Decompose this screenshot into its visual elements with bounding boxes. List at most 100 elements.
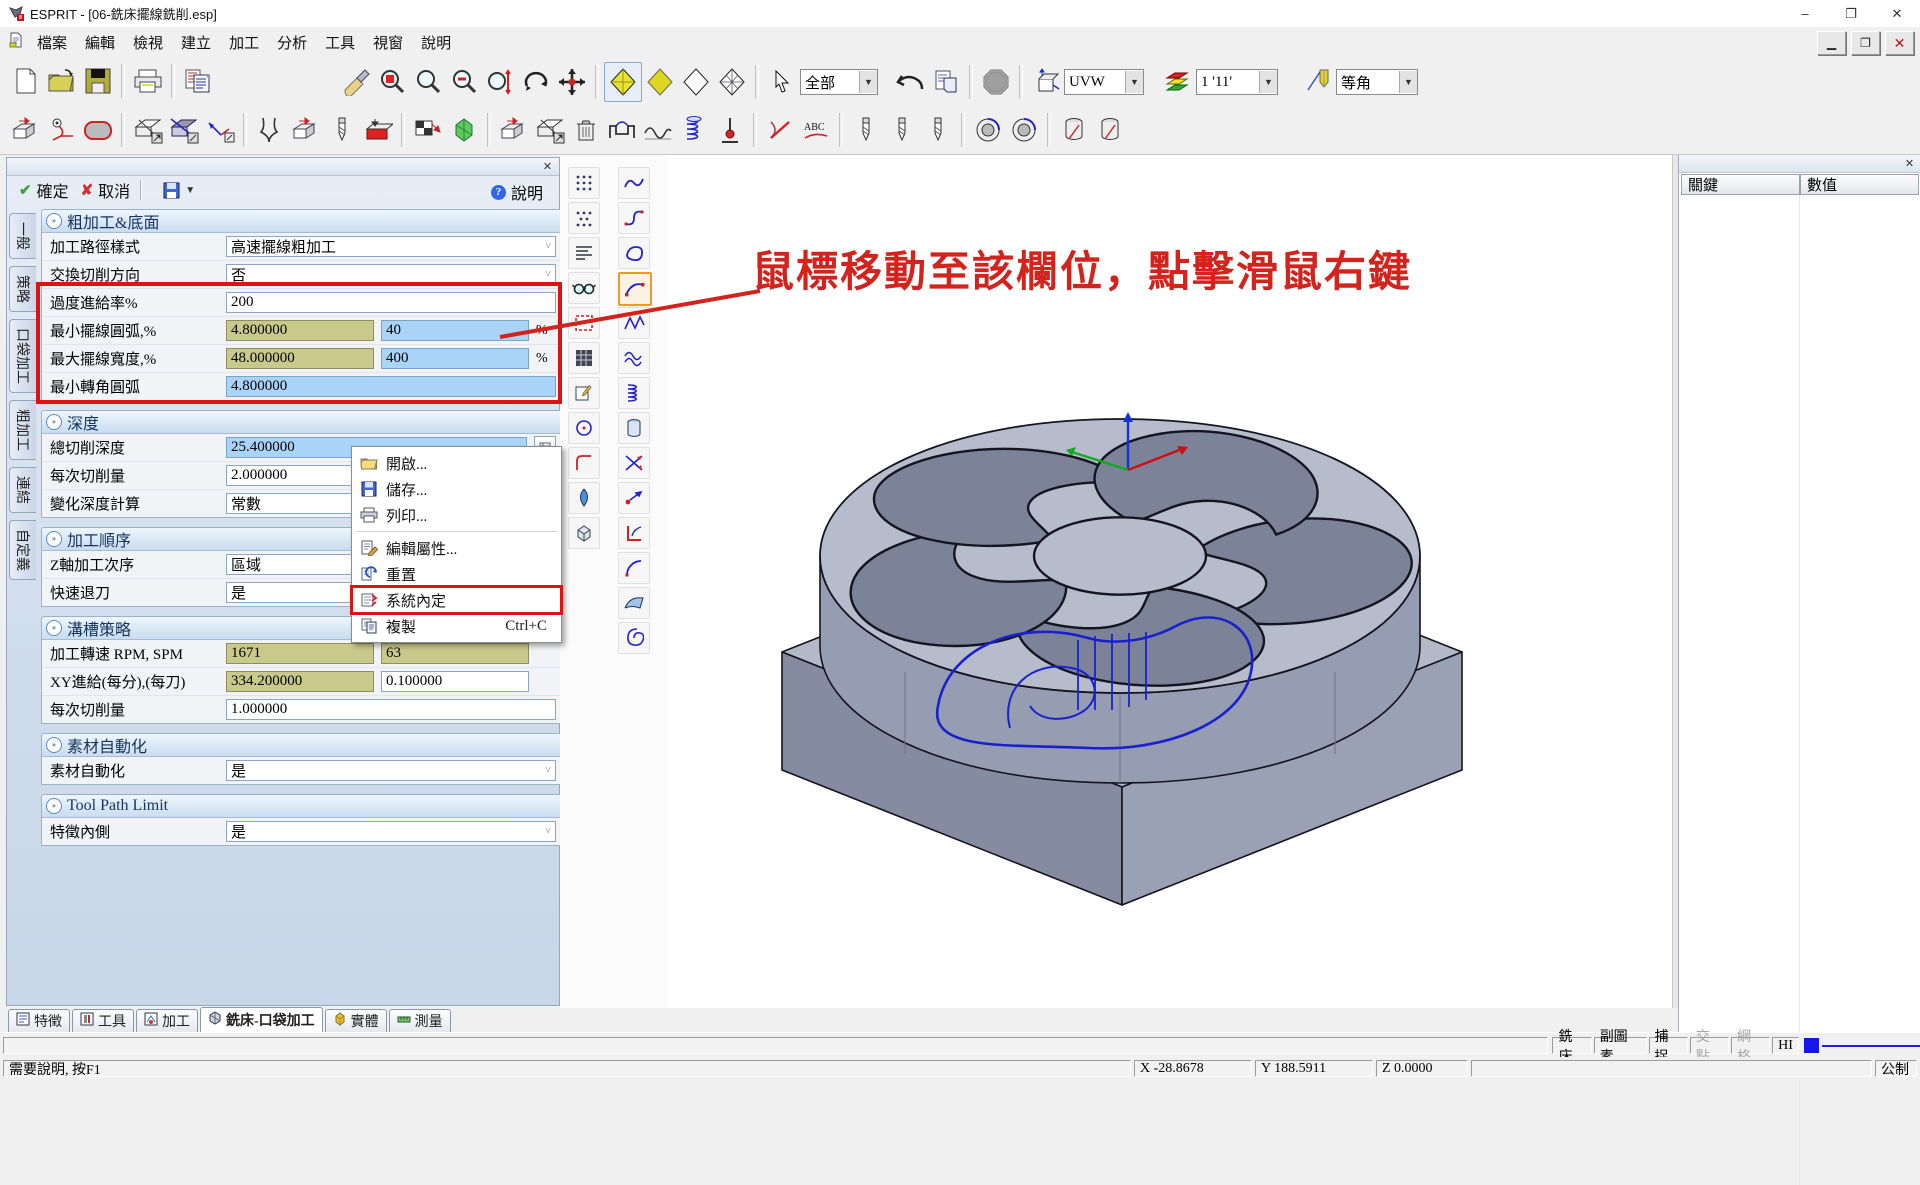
wave-tool-icon[interactable]: [640, 111, 676, 149]
mode-交點[interactable]: 交點: [1690, 1037, 1729, 1054]
dot-pattern-icon[interactable]: [568, 167, 600, 199]
cylinder-icon[interactable]: [618, 412, 650, 444]
block-arrow-icon[interactable]: [288, 111, 324, 149]
surface-icon[interactable]: [618, 587, 650, 619]
box-tool-icon[interactable]: [568, 517, 600, 549]
mdi-restore-button[interactable]: ❐: [1851, 31, 1880, 55]
rounded-slot-icon[interactable]: [80, 111, 116, 149]
shaded-view-icon[interactable]: [604, 62, 642, 102]
dropdown-caret-icon[interactable]: ▼: [185, 185, 195, 196]
undo-icon[interactable]: [892, 63, 928, 101]
circle-tool-icon[interactable]: [568, 412, 600, 444]
mode-副圖素[interactable]: 副圖素: [1594, 1037, 1647, 1054]
arc-tool-icon[interactable]: [618, 552, 650, 584]
face-plane-blue-icon[interactable]: [166, 111, 202, 149]
collapse-chevron-icon[interactable]: »: [46, 213, 62, 229]
properties-panel-close-icon[interactable]: ✕: [1902, 156, 1917, 170]
mdi-minimize-button[interactable]: ▁: [1817, 31, 1846, 55]
red-slash-icon[interactable]: [762, 111, 798, 149]
drop-tool-icon[interactable]: [568, 482, 600, 514]
side-tab-6[interactable]: 自定義: [9, 520, 36, 580]
mode-銑床[interactable]: 銑床: [1552, 1037, 1591, 1054]
red-frame-icon[interactable]: [568, 307, 600, 339]
bracket-icon[interactable]: [618, 517, 650, 549]
zoom-selection-icon[interactable]: [374, 63, 410, 101]
selection-filter-combo[interactable]: 全部 ▼: [800, 69, 878, 95]
wave-curve-icon[interactable]: [618, 167, 650, 199]
window-minimize-button[interactable]: –: [1782, 0, 1828, 27]
help-button[interactable]: ? 說明: [491, 180, 543, 204]
menu-5[interactable]: 加工: [220, 29, 268, 56]
collapse-chevron-icon[interactable]: »: [46, 798, 62, 814]
dropdown-arrow-icon[interactable]: ˅: [545, 269, 551, 280]
context-menu-item-3[interactable]: 列印...: [352, 502, 561, 528]
cancel-button[interactable]: ✘取消: [81, 178, 131, 202]
face-plane-icon[interactable]: [130, 111, 166, 149]
cylinder-tool-icon[interactable]: [1056, 111, 1092, 149]
parameter-field[interactable]: 否˅: [226, 264, 556, 285]
context-menu-item-5[interactable]: 編輯屬性...: [352, 535, 561, 561]
s-curve-icon[interactable]: [618, 202, 650, 234]
dropdown-arrow-icon[interactable]: ˅: [545, 241, 551, 252]
mode-HI[interactable]: HI: [1772, 1037, 1799, 1054]
save-icon[interactable]: [80, 62, 116, 100]
section-header[interactable]: »Tool Path Limit: [42, 795, 562, 818]
vector-arrow-icon[interactable]: [202, 111, 238, 149]
tab-特徵[interactable]: 特徵: [8, 1009, 70, 1033]
layers-icon[interactable]: [1160, 63, 1196, 101]
parameter-field[interactable]: 200: [226, 292, 556, 313]
workplane-axis-icon[interactable]: [1028, 63, 1064, 101]
loop-curve-icon[interactable]: [618, 237, 650, 269]
pan-icon[interactable]: [554, 63, 590, 101]
parameter-field[interactable]: 400: [381, 348, 529, 369]
tab-測量[interactable]: 測量: [389, 1009, 451, 1033]
context-menu-item-8[interactable]: 複製Ctrl+C: [352, 613, 561, 639]
contour-v-icon[interactable]: [252, 111, 288, 149]
tab-實體[interactable]: 實體: [325, 1009, 387, 1033]
window-close-button[interactable]: ✕: [1874, 0, 1920, 27]
dropdown-arrow-icon[interactable]: ▼: [1259, 71, 1277, 93]
corner-tool-icon[interactable]: [568, 447, 600, 479]
green-tool-icon[interactable]: [446, 111, 482, 149]
panel-close-icon[interactable]: ✕: [540, 159, 555, 173]
drill-v-icon[interactable]: [324, 111, 360, 149]
window-maximize-button[interactable]: ❐: [1828, 0, 1874, 27]
dropdown-arrow-icon[interactable]: ▼: [1125, 71, 1143, 93]
double-wave-icon[interactable]: [618, 342, 650, 374]
dropdown-arrow-icon[interactable]: ˅: [545, 765, 551, 776]
menu-6[interactable]: 分析: [268, 29, 316, 56]
parameter-field[interactable]: 1.000000: [226, 699, 556, 720]
stop-icon[interactable]: [978, 63, 1014, 101]
grid-icon[interactable]: [568, 342, 600, 374]
zoom-icon[interactable]: [410, 63, 446, 101]
collapse-chevron-icon[interactable]: »: [46, 737, 62, 753]
parameter-field[interactable]: 是˅: [226, 760, 556, 781]
parameter-field[interactable]: 63: [381, 643, 529, 664]
dropdown-arrow-icon[interactable]: ▼: [1399, 71, 1417, 93]
glasses-icon[interactable]: [568, 272, 600, 304]
context-menu-item-1[interactable]: 開啟...: [352, 450, 561, 476]
view-combo[interactable]: 等角 ▼: [1336, 69, 1418, 95]
clipboard-icon[interactable]: [928, 63, 964, 101]
zoom-window-icon[interactable]: [482, 63, 518, 101]
copy-document-icon[interactable]: [180, 62, 216, 100]
trash-tool-icon[interactable]: [568, 111, 604, 149]
face-plane-icon[interactable]: [532, 111, 568, 149]
menu-1[interactable]: 檔案: [28, 29, 76, 56]
mdi-close-button[interactable]: ✕: [1885, 31, 1914, 55]
drill-v-icon[interactable]: [920, 111, 956, 149]
ok-button[interactable]: ✔確定: [19, 178, 69, 202]
parameter-field[interactable]: 是˅: [226, 821, 556, 842]
dropdown-arrow-icon[interactable]: ▼: [859, 71, 877, 93]
drill-v-icon[interactable]: [848, 111, 884, 149]
hook-tool-icon[interactable]: [44, 111, 80, 149]
line-pattern-icon[interactable]: [568, 237, 600, 269]
context-menu-item-2[interactable]: 儲存...: [352, 476, 561, 502]
chamfer-red-icon[interactable]: [360, 111, 396, 149]
tab-加工[interactable]: 加工: [136, 1009, 198, 1033]
parameter-field[interactable]: 40: [381, 320, 529, 341]
wireframe-view-icon[interactable]: [678, 63, 714, 101]
new-file-icon[interactable]: [8, 62, 44, 100]
hidden-line-view-icon[interactable]: [714, 63, 750, 101]
column-header-value[interactable]: 數值: [1800, 174, 1919, 195]
